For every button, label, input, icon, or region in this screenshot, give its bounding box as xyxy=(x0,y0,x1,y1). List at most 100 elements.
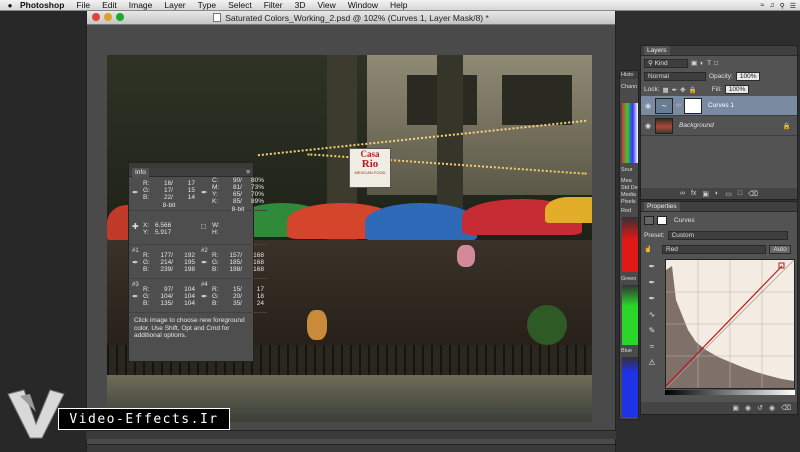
eyedropper-icon[interactable]: ✒ xyxy=(132,258,139,267)
new-group-icon[interactable]: ▭ xyxy=(725,190,732,198)
info-sampler-3: #3 ✒ R: 97/104 G: 104/104 B: 135/104 xyxy=(129,279,198,313)
layer-row-curves[interactable]: ◉ ∼ ∞ Curves 1 xyxy=(641,96,797,116)
link-layers-icon[interactable]: ∞ xyxy=(680,190,685,197)
filter-adjustment-icon[interactable]: ◐ xyxy=(700,60,704,67)
layer-filter-kind[interactable]: ⚲ Kind xyxy=(644,58,688,68)
curves-gradient-bar[interactable] xyxy=(665,390,795,395)
info-line: G: 20/18 xyxy=(212,293,264,300)
curves-graph[interactable] xyxy=(665,259,795,389)
info-cmyk-readout: ✒ C: 90/80% M: 81/73% Y: 65/70% K: 85/89% 8-… xyxy=(198,177,267,213)
menu-view[interactable]: View xyxy=(317,0,335,10)
menu-layer[interactable]: Layer xyxy=(164,0,185,10)
menu-window[interactable]: Window xyxy=(348,0,378,10)
filter-type-icon[interactable]: T xyxy=(707,60,711,67)
auto-button[interactable]: Auto xyxy=(769,244,791,254)
layers-footer: ∞ fx ▣ ◐ ▭ □ ⌫ xyxy=(641,188,797,199)
minimize-window-button[interactable] xyxy=(104,13,112,21)
tab-properties[interactable]: Properties xyxy=(644,202,680,211)
channel-select[interactable]: Red xyxy=(662,244,766,254)
delete-adjustment-icon[interactable]: ⌫ xyxy=(781,404,791,412)
eyedropper-icon[interactable]: ✒ xyxy=(201,188,208,197)
preset-label: Preset: xyxy=(644,231,665,239)
preset-row: Preset: Custom xyxy=(641,228,797,242)
view-previous-icon[interactable]: ◉ xyxy=(745,404,751,412)
lock-position-icon[interactable]: ✥ xyxy=(680,86,685,94)
new-layer-icon[interactable]: □ xyxy=(738,190,742,197)
layer-row-background[interactable]: ◉ Background 🔒 xyxy=(641,116,797,136)
histogram-blue-label: Blue xyxy=(621,348,633,354)
menu-3d[interactable]: 3D xyxy=(295,0,306,10)
lock-transparent-icon[interactable]: ▦ xyxy=(663,86,669,94)
document-icon xyxy=(213,13,222,22)
visibility-eye-icon[interactable]: ◉ xyxy=(644,122,652,130)
reset-icon[interactable]: ↺ xyxy=(757,404,763,412)
pencil-icon[interactable]: ✎ xyxy=(649,326,656,335)
clipping-icon[interactable]: ⚠ xyxy=(648,358,655,367)
filter-pixel-icon[interactable]: ▣ xyxy=(691,59,697,67)
new-adjustment-icon[interactable]: ◐ xyxy=(715,190,719,197)
eyedropper-icon[interactable]: ✒ xyxy=(132,292,139,301)
notification-icon[interactable]: ☰ xyxy=(790,2,796,10)
curve-points-icon[interactable]: ∿ xyxy=(649,310,656,319)
photo-balcony-2 xyxy=(502,75,572,125)
document-titlebar[interactable]: Saturated Colors_Working_2.psd @ 102% (C… xyxy=(87,11,615,25)
menu-filter[interactable]: Filter xyxy=(264,0,283,10)
adjustment-icon[interactable] xyxy=(644,215,654,225)
layer-name[interactable]: Curves 1 xyxy=(708,102,734,109)
layers-lock-row: Lock: ▦ ✒ ✥ 🔒 Fill: 100% xyxy=(641,83,797,96)
tab-info[interactable]: Info xyxy=(132,167,149,177)
tab-histogram[interactable]: Histo xyxy=(620,71,638,79)
wifi-icon[interactable]: ≈ xyxy=(760,2,764,9)
photo-person-pink xyxy=(457,245,475,267)
lock-all-icon[interactable]: 🔒 xyxy=(689,86,697,94)
panel-menu-icon[interactable]: ≡ xyxy=(246,169,250,176)
apple-menu-icon[interactable]: ● xyxy=(0,1,20,10)
delete-layer-icon[interactable]: ⌫ xyxy=(748,190,758,198)
photo-person-yellow xyxy=(307,310,327,340)
visibility-eye-icon[interactable]: ◉ xyxy=(644,102,652,110)
volume-icon[interactable]: ♫ xyxy=(769,2,774,9)
fill-input[interactable]: 100% xyxy=(724,85,749,94)
menubar-status-icons: ≈ ♫ ⚲ ☰ xyxy=(760,0,796,11)
mask-icon[interactable] xyxy=(657,215,667,225)
layer-link-icon[interactable]: ∞ xyxy=(676,102,681,109)
document-title: Saturated Colors_Working_2.psd @ 102% (C… xyxy=(225,12,489,23)
spotlight-icon[interactable]: ⚲ xyxy=(780,2,785,10)
eyedropper-icon[interactable]: ✒ xyxy=(201,292,208,301)
app-name-menu[interactable]: Photoshop xyxy=(20,0,64,10)
histogram-stat: Media xyxy=(621,192,636,198)
tab-layers[interactable]: Layers xyxy=(644,46,670,55)
menu-select[interactable]: Select xyxy=(228,0,252,10)
preset-select[interactable]: Custom xyxy=(667,230,788,240)
menu-edit[interactable]: Edit xyxy=(102,0,117,10)
menu-file[interactable]: File xyxy=(76,0,90,10)
sample-white-icon[interactable]: ✒ xyxy=(649,294,656,303)
photo-umbrella-yellow xyxy=(545,197,592,223)
eyedropper-icon[interactable]: ✒ xyxy=(201,258,208,267)
blend-mode-select[interactable]: Normal xyxy=(644,72,706,81)
histogram-composite xyxy=(622,103,638,163)
toggle-visibility-icon[interactable]: ◉ xyxy=(769,404,775,412)
info-line: G: 185/168 xyxy=(212,259,264,266)
close-window-button[interactable] xyxy=(92,13,100,21)
sample-black-icon[interactable]: ✒ xyxy=(649,262,656,271)
hand-adjust-icon[interactable]: ☝ xyxy=(644,245,659,253)
layer-mask-thumbnail[interactable] xyxy=(684,97,702,114)
filter-shape-icon[interactable]: □ xyxy=(714,60,718,67)
histogram-stat: Pixels xyxy=(621,199,636,205)
add-mask-icon[interactable]: ▣ xyxy=(702,190,709,198)
menu-help[interactable]: Help xyxy=(390,0,407,10)
menu-type[interactable]: Type xyxy=(198,0,216,10)
opacity-input[interactable]: 100% xyxy=(735,72,760,81)
clip-to-layer-icon[interactable]: ▣ xyxy=(732,404,739,412)
layer-name[interactable]: Background xyxy=(679,122,714,129)
sample-gray-icon[interactable]: ✒ xyxy=(649,278,656,287)
sampler-3-label: #3 xyxy=(132,282,139,288)
smooth-icon[interactable]: ≈ xyxy=(650,342,654,351)
menu-image[interactable]: Image xyxy=(129,0,153,10)
eyedropper-icon[interactable]: ✒ xyxy=(132,188,139,197)
layer-style-icon[interactable]: fx xyxy=(691,190,696,197)
lock-image-icon[interactable]: ✒ xyxy=(672,86,677,94)
zoom-window-button[interactable] xyxy=(116,13,124,21)
properties-header: Curves xyxy=(641,212,797,228)
